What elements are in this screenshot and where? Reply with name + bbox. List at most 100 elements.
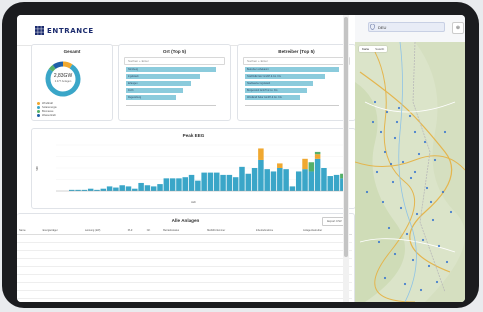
map-marker[interactable] — [383, 276, 387, 280]
map-marker[interactable] — [365, 190, 369, 194]
map-tab-karte[interactable]: Karte — [359, 46, 372, 52]
peak-bar-segment[interactable] — [195, 180, 201, 191]
peak-bar-segment[interactable] — [277, 163, 283, 168]
peak-bar-segment[interactable] — [176, 178, 182, 191]
table-row[interactable] — [17, 274, 352, 283]
map-marker[interactable] — [387, 226, 391, 230]
peak-bar-segment[interactable] — [207, 172, 214, 191]
peak-bar-segment[interactable] — [188, 174, 195, 191]
map-marker[interactable] — [377, 240, 381, 244]
peak-bar-segment[interactable] — [302, 158, 308, 170]
peak-bar-segment[interactable] — [100, 188, 107, 191]
peak-bar-segment[interactable] — [327, 176, 333, 191]
peak-bar-segment[interactable] — [270, 171, 277, 191]
table-row[interactable] — [17, 258, 352, 267]
map-marker[interactable] — [413, 130, 417, 134]
legend-item[interactable]: Wasserkraft — [37, 113, 57, 117]
peak-bar-segment[interactable] — [251, 168, 258, 191]
map-marker[interactable] — [431, 218, 435, 222]
peak-bar-segment[interactable] — [308, 171, 315, 191]
column-header[interactable]: Name — [17, 227, 41, 235]
peak-bar-segment[interactable] — [245, 173, 252, 191]
peak-bar-segment[interactable] — [138, 182, 144, 191]
map-marker[interactable] — [437, 244, 441, 248]
map-marker[interactable] — [417, 152, 421, 156]
map-marker[interactable] — [405, 232, 409, 236]
peak-bar-segment[interactable] — [321, 168, 327, 191]
table-row[interactable] — [17, 290, 352, 299]
peak-bar-segment[interactable] — [144, 185, 151, 191]
map-marker[interactable] — [393, 136, 397, 140]
peak-bar-segment[interactable] — [295, 171, 302, 191]
peak-bar-segment[interactable] — [150, 186, 157, 191]
peak-bar-segment[interactable] — [157, 184, 163, 191]
map-marker[interactable] — [381, 200, 385, 204]
map-marker[interactable] — [373, 100, 377, 104]
column-header[interactable]: PLZ — [125, 227, 145, 235]
peak-bar-segment[interactable] — [87, 188, 94, 191]
peak-bar-segment[interactable] — [314, 151, 321, 155]
map-marker[interactable] — [413, 170, 417, 174]
ort-bar-row[interactable]: Fürth — [126, 88, 183, 93]
map-marker[interactable] — [441, 190, 445, 194]
betreiber-bar-row[interactable]: Stadtwerke Ingolstadt — [245, 81, 313, 86]
peak-bar-segment[interactable] — [264, 169, 270, 191]
table-row[interactable] — [17, 250, 352, 259]
ort-bar-row[interactable]: Ingolstadt — [126, 74, 200, 79]
map-marker[interactable] — [411, 258, 415, 262]
peak-bar-segment[interactable] — [289, 186, 296, 191]
betreiber-bar-row[interactable]: N-ERGIE Netz GmbH & Co. KG — [245, 74, 325, 79]
map-marker[interactable] — [371, 120, 375, 124]
column-header[interactable]: MaStR-Nummer — [205, 227, 254, 235]
map-marker[interactable] — [443, 130, 447, 134]
ort-bar[interactable] — [126, 67, 216, 72]
peak-bar-segment[interactable] — [333, 174, 340, 191]
table-row[interactable] — [17, 266, 352, 275]
peak-bar-segment[interactable] — [113, 187, 119, 191]
map-marker[interactable] — [425, 186, 429, 190]
map-marker[interactable] — [435, 280, 439, 284]
map-marker[interactable] — [389, 162, 393, 166]
map-marker[interactable] — [419, 288, 423, 292]
peak-bar-segment[interactable] — [106, 186, 113, 191]
peak-bar-segment[interactable] — [308, 162, 315, 172]
map-marker[interactable] — [427, 264, 431, 268]
map-marker[interactable] — [415, 212, 419, 216]
map-marker[interactable] — [383, 150, 387, 154]
ort-search-input[interactable]: Suchen + Enter — [124, 57, 225, 65]
map-marker[interactable] — [409, 176, 413, 180]
peak-bar-segment[interactable] — [214, 172, 220, 191]
peak-bar-segment[interactable] — [125, 186, 132, 191]
donut-slice-2[interactable] — [48, 64, 56, 72]
map-menu-button[interactable]: ⊕ — [452, 22, 464, 34]
map-marker[interactable] — [397, 106, 401, 110]
map-marker[interactable] — [399, 206, 403, 210]
peak-bar-segment[interactable] — [239, 166, 245, 191]
map-marker[interactable] — [375, 170, 379, 174]
table-row[interactable] — [17, 282, 352, 291]
column-header[interactable]: Leistung (kW) — [82, 227, 126, 235]
map-marker[interactable] — [408, 114, 412, 118]
map-view[interactable]: Karte Satellit — [355, 42, 465, 302]
donut-slice-0[interactable] — [62, 61, 73, 69]
peak-bar-segment[interactable] — [119, 185, 125, 191]
map-marker[interactable] — [385, 110, 389, 114]
map-search-input[interactable]: DEU — [368, 22, 445, 32]
donut-slice-3[interactable] — [52, 61, 64, 69]
peak-bar-segment[interactable] — [258, 159, 264, 191]
ort-bar-row[interactable]: Nürnberg — [126, 67, 216, 72]
map-marker[interactable] — [379, 130, 383, 134]
page-scrollbar[interactable] — [343, 15, 349, 302]
peak-bar-segment[interactable] — [226, 174, 233, 191]
map-marker[interactable] — [433, 158, 437, 162]
peak-bar-segment[interactable] — [201, 172, 207, 191]
betreiber-search-input[interactable]: Suchen + Enter — [243, 57, 350, 65]
table-row[interactable] — [17, 242, 352, 251]
ort-bar-row[interactable]: Regensburg — [126, 95, 176, 100]
peak-bar-segment[interactable] — [258, 148, 264, 160]
peak-bar-segment[interactable] — [232, 177, 239, 191]
logo[interactable]: ENTRANCE — [35, 26, 94, 35]
betreiber-bar-row[interactable]: Bürgerwind GmbH & Co. KG — [245, 88, 308, 93]
ort-bar[interactable] — [126, 88, 183, 93]
map-marker[interactable] — [429, 200, 433, 204]
